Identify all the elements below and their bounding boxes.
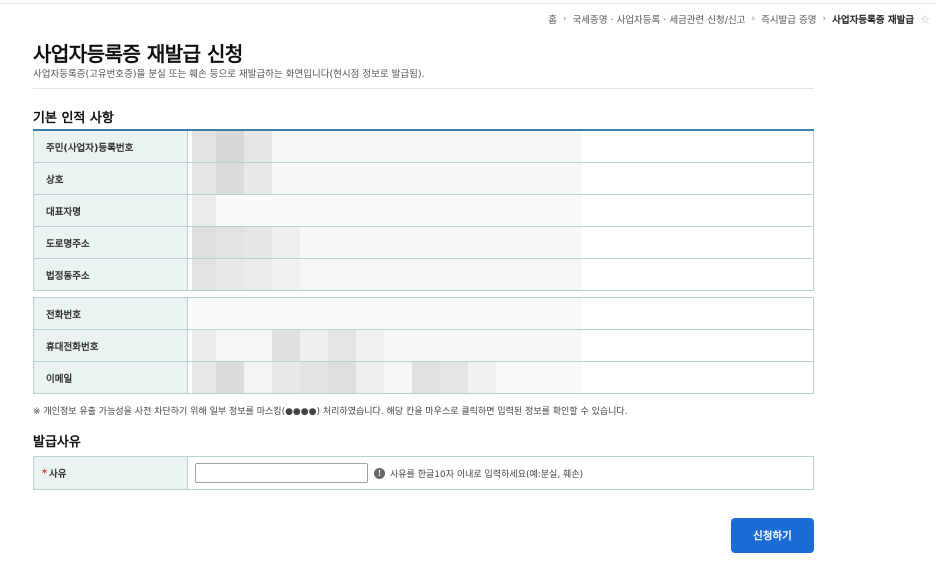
masked-value-email[interactable] [188, 362, 814, 393]
row-label-road-address: 도로명주소 [33, 227, 188, 258]
divider [33, 88, 814, 89]
contact-info-table: 전화번호 휴대전화번호 이메일 [33, 297, 814, 394]
row-label-reason: * 사유 [33, 457, 188, 489]
reason-value-cell: ! 사유를 한글10자 이내로 입력하세요(예:분실, 훼손) [188, 457, 814, 489]
basic-info-table: 주민(사업자)등록번호 상호 대표자명 도로명주소 법정동주소 [33, 129, 814, 291]
info-circle-icon: ! [374, 467, 385, 479]
reason-hint: ! 사유를 한글10자 이내로 입력하세요(예:분실, 훼손) [374, 467, 583, 480]
row-label-registration-number: 주민(사업자)등록번호 [33, 131, 188, 162]
table-row: 전화번호 [33, 298, 814, 330]
breadcrumb-home[interactable]: 홈 [548, 12, 557, 26]
breadcrumb-current: 사업자등록증 재발급 [832, 15, 915, 26]
reason-label: 사유 [48, 469, 67, 480]
table-row: 이메일 [33, 362, 814, 394]
row-label-lot-address: 법정동주소 [33, 259, 188, 290]
row-label-company-name: 상호 [33, 163, 188, 194]
table-row: 대표자명 [33, 195, 814, 227]
page-description: 사업자등록증(고유번호증)을 분실 또는 훼손 등으로 재발급하는 화면입니다(… [33, 69, 425, 80]
reason-input[interactable] [195, 463, 368, 483]
breadcrumb-tax-certificates[interactable]: 국세증명 · 사업자등록 · 세금관련 신청/신고 [573, 12, 746, 26]
row-label-mobile: 휴대전화번호 [33, 330, 188, 361]
top-border [0, 0, 936, 4]
table-row: 주민(사업자)등록번호 [33, 131, 814, 163]
star-outline-icon[interactable]: ☆ [920, 13, 930, 26]
reason-hint-text: 사유를 한글10자 이내로 입력하세요(예:분실, 훼손) [390, 469, 584, 480]
row-label-email: 이메일 [33, 362, 188, 393]
table-row: 법정동주소 [33, 259, 814, 291]
section-title-reason: 발급사유 [33, 435, 81, 450]
section-title-basic-info: 기본 인적 사항 [33, 111, 114, 126]
chevron-right-icon: › [562, 14, 567, 24]
masked-value-road-address[interactable] [188, 227, 814, 258]
masked-value-mobile[interactable] [188, 330, 814, 361]
chevron-right-icon: › [822, 14, 827, 24]
masked-value-registration-number[interactable] [188, 131, 814, 162]
masked-value-phone[interactable] [188, 298, 814, 329]
breadcrumb-instant-issue[interactable]: 즉시발급 증명 [761, 12, 816, 26]
masked-value-lot-address[interactable] [188, 259, 814, 290]
chevron-right-icon: › [751, 14, 756, 24]
table-row: 도로명주소 [33, 227, 814, 259]
masking-note: ※ 개인정보 유출 가능성을 사전 차단하기 위해 일부 정보를 마스킹(●●●… [33, 407, 628, 417]
page-title: 사업자등록증 재발급 신청 [33, 42, 243, 66]
table-row: * 사유 ! 사유를 한글10자 이내로 입력하세요(예:분실, 훼손) [33, 457, 814, 490]
row-label-representative: 대표자명 [33, 195, 188, 226]
breadcrumb: 홈 › 국세증명 · 사업자등록 · 세금관련 신청/신고 › 즉시발급 증명 … [548, 12, 930, 27]
masked-value-company-name[interactable] [188, 163, 814, 194]
masked-value-representative[interactable] [188, 195, 814, 226]
table-row: 상호 [33, 163, 814, 195]
submit-button[interactable]: 신청하기 [731, 518, 814, 553]
table-row: 휴대전화번호 [33, 330, 814, 362]
reason-table: * 사유 ! 사유를 한글10자 이내로 입력하세요(예:분실, 훼손) [33, 456, 814, 490]
required-mark: * [42, 467, 47, 479]
row-label-phone: 전화번호 [33, 298, 188, 329]
